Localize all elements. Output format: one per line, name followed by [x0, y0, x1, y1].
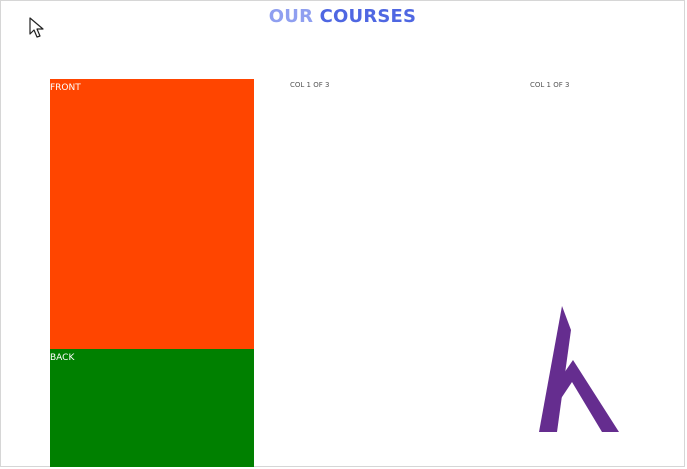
- front-card-label: FRONT: [50, 83, 81, 93]
- column-label-right: COL 1 OF 3: [530, 81, 570, 89]
- page-title-prefix: OUR: [268, 6, 320, 27]
- column-label-middle: COL 1 OF 3: [290, 81, 330, 89]
- page-title-emphasis: COURSES: [319, 6, 417, 27]
- front-card[interactable]: FRONT: [50, 79, 254, 349]
- purple-h-logo-icon: [539, 306, 619, 432]
- page-title: OUR COURSES: [1, 6, 684, 27]
- back-card[interactable]: BACK: [50, 349, 254, 467]
- course-page-frame: OUR COURSES FRONT BACK COL 1 OF 3 COL 1 …: [0, 0, 685, 467]
- back-card-label: BACK: [50, 353, 75, 363]
